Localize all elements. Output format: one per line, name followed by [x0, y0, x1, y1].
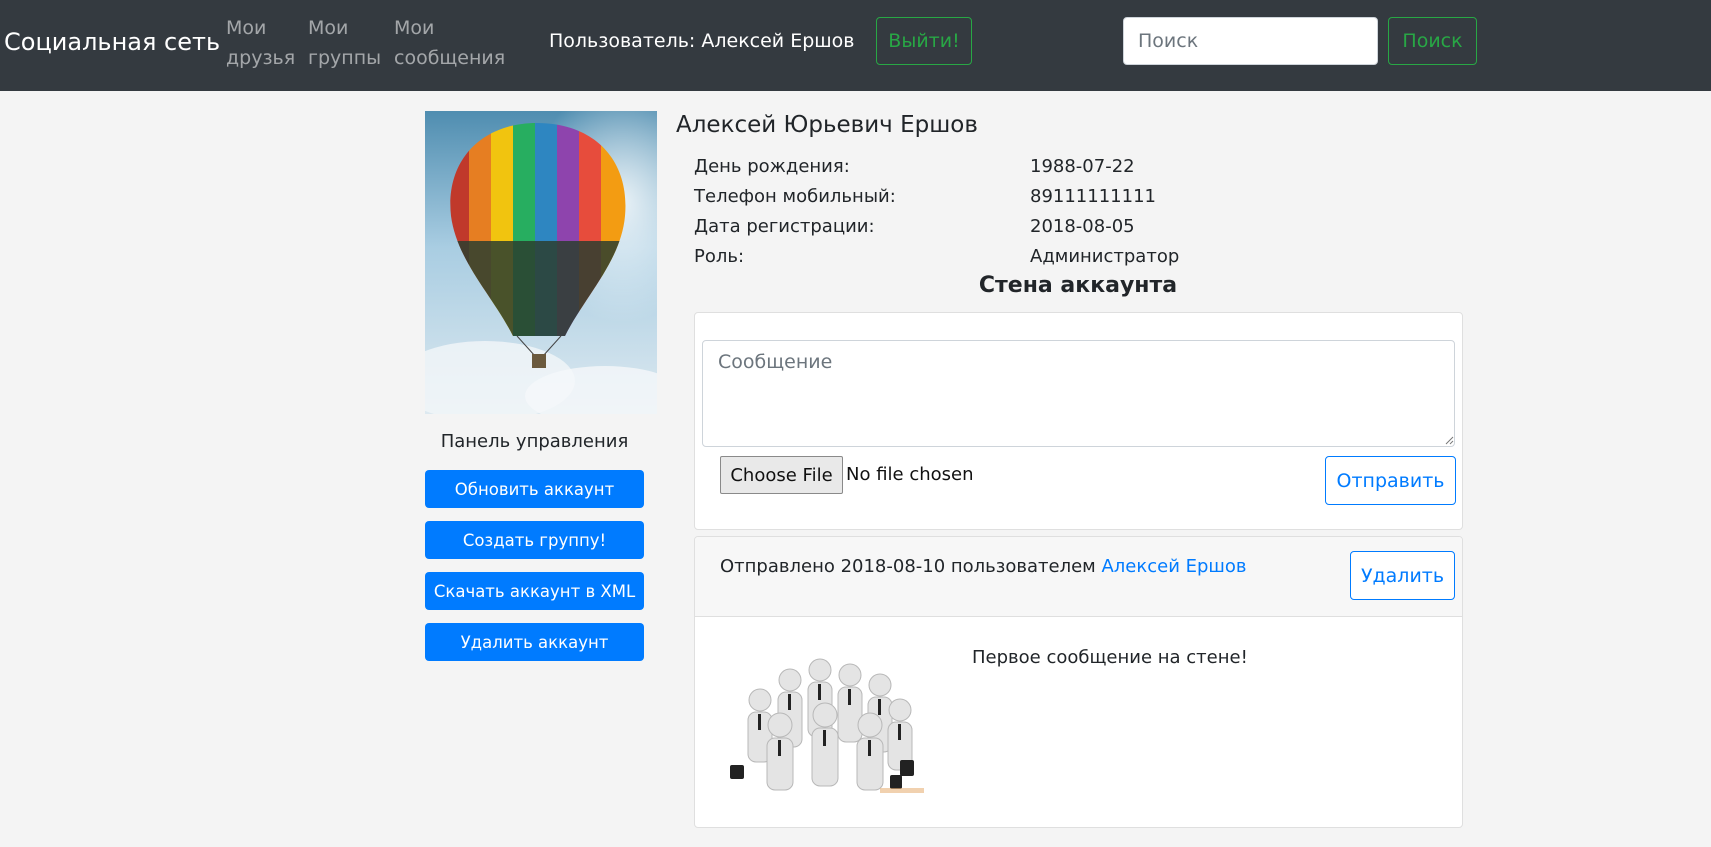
mobile-phone-label: Телефон мобильный: — [694, 186, 896, 207]
top-navbar: Социальная сеть Мои друзья Мои группы Мо… — [0, 0, 1711, 91]
send-message-button[interactable]: Отправить — [1325, 456, 1456, 505]
delete-account-button[interactable]: Удалить аккаунт — [425, 623, 644, 661]
team-figures-image — [720, 640, 932, 801]
registration-date-label: Дата регистрации: — [694, 216, 875, 237]
download-account-xml-button[interactable]: Скачать аккаунт в XML — [425, 572, 644, 610]
role-label: Роль: — [694, 246, 745, 267]
profile-full-name: Алексей Юрьевич Ершов — [676, 112, 978, 138]
nav-link-my-groups[interactable]: Мои группы — [308, 13, 381, 73]
birthday-value: 1988-07-22 — [1030, 156, 1135, 177]
nav-link-line: Мои — [308, 17, 349, 39]
post-text: Первое сообщение на стене! — [972, 647, 1248, 668]
create-group-button[interactable]: Создать группу! — [425, 521, 644, 559]
profile-avatar-image — [425, 111, 657, 414]
role-value: Администратор — [1030, 246, 1180, 267]
mobile-phone-value: 89111111111 — [1030, 186, 1156, 207]
new-message-form: Choose File No file chosen Отправить — [694, 312, 1463, 530]
post-header: Отправлено 2018-08-10 пользователем Алек… — [695, 537, 1462, 617]
nav-link-line: друзья — [226, 47, 296, 69]
logout-button[interactable]: Выйти! — [876, 17, 972, 65]
message-textarea[interactable] — [702, 340, 1455, 447]
nav-link-line: Мои — [394, 17, 435, 39]
wall-title: Стена аккаунта — [978, 273, 1178, 298]
post-author-link[interactable]: Алексей Ершов — [1101, 556, 1246, 577]
search-input[interactable] — [1123, 17, 1378, 65]
hot-air-balloon-icon — [425, 111, 657, 414]
resize-grip-icon[interactable] — [1445, 436, 1454, 445]
choose-file-button[interactable]: Choose File — [720, 456, 843, 494]
search-button[interactable]: Поиск — [1388, 17, 1477, 65]
nav-link-line: Мои — [226, 17, 267, 39]
post-meta: Отправлено 2018-08-10 пользователем Алек… — [720, 556, 1247, 577]
delete-post-button[interactable]: Удалить — [1350, 551, 1455, 600]
registration-date-value: 2018-08-05 — [1030, 216, 1135, 237]
brand-logo-text[interactable]: Социальная сеть — [4, 28, 220, 56]
current-user-label: Пользователь: Алексей Ершов — [549, 30, 855, 52]
update-account-button[interactable]: Обновить аккаунт — [425, 470, 644, 508]
nav-link-my-friends[interactable]: Мои друзья — [226, 13, 295, 73]
post-sent-info: Отправлено 2018-08-10 пользователем — [720, 556, 1096, 577]
nav-link-my-messages[interactable]: Мои сообщения — [394, 13, 505, 73]
birthday-label: День рождения: — [694, 156, 850, 177]
wall-post: Отправлено 2018-08-10 пользователем Алек… — [694, 536, 1463, 828]
control-panel-title: Панель управления — [440, 431, 629, 452]
file-status-text: No file chosen — [846, 464, 974, 485]
nav-link-line: сообщения — [394, 47, 506, 69]
nav-link-line: группы — [308, 47, 382, 69]
